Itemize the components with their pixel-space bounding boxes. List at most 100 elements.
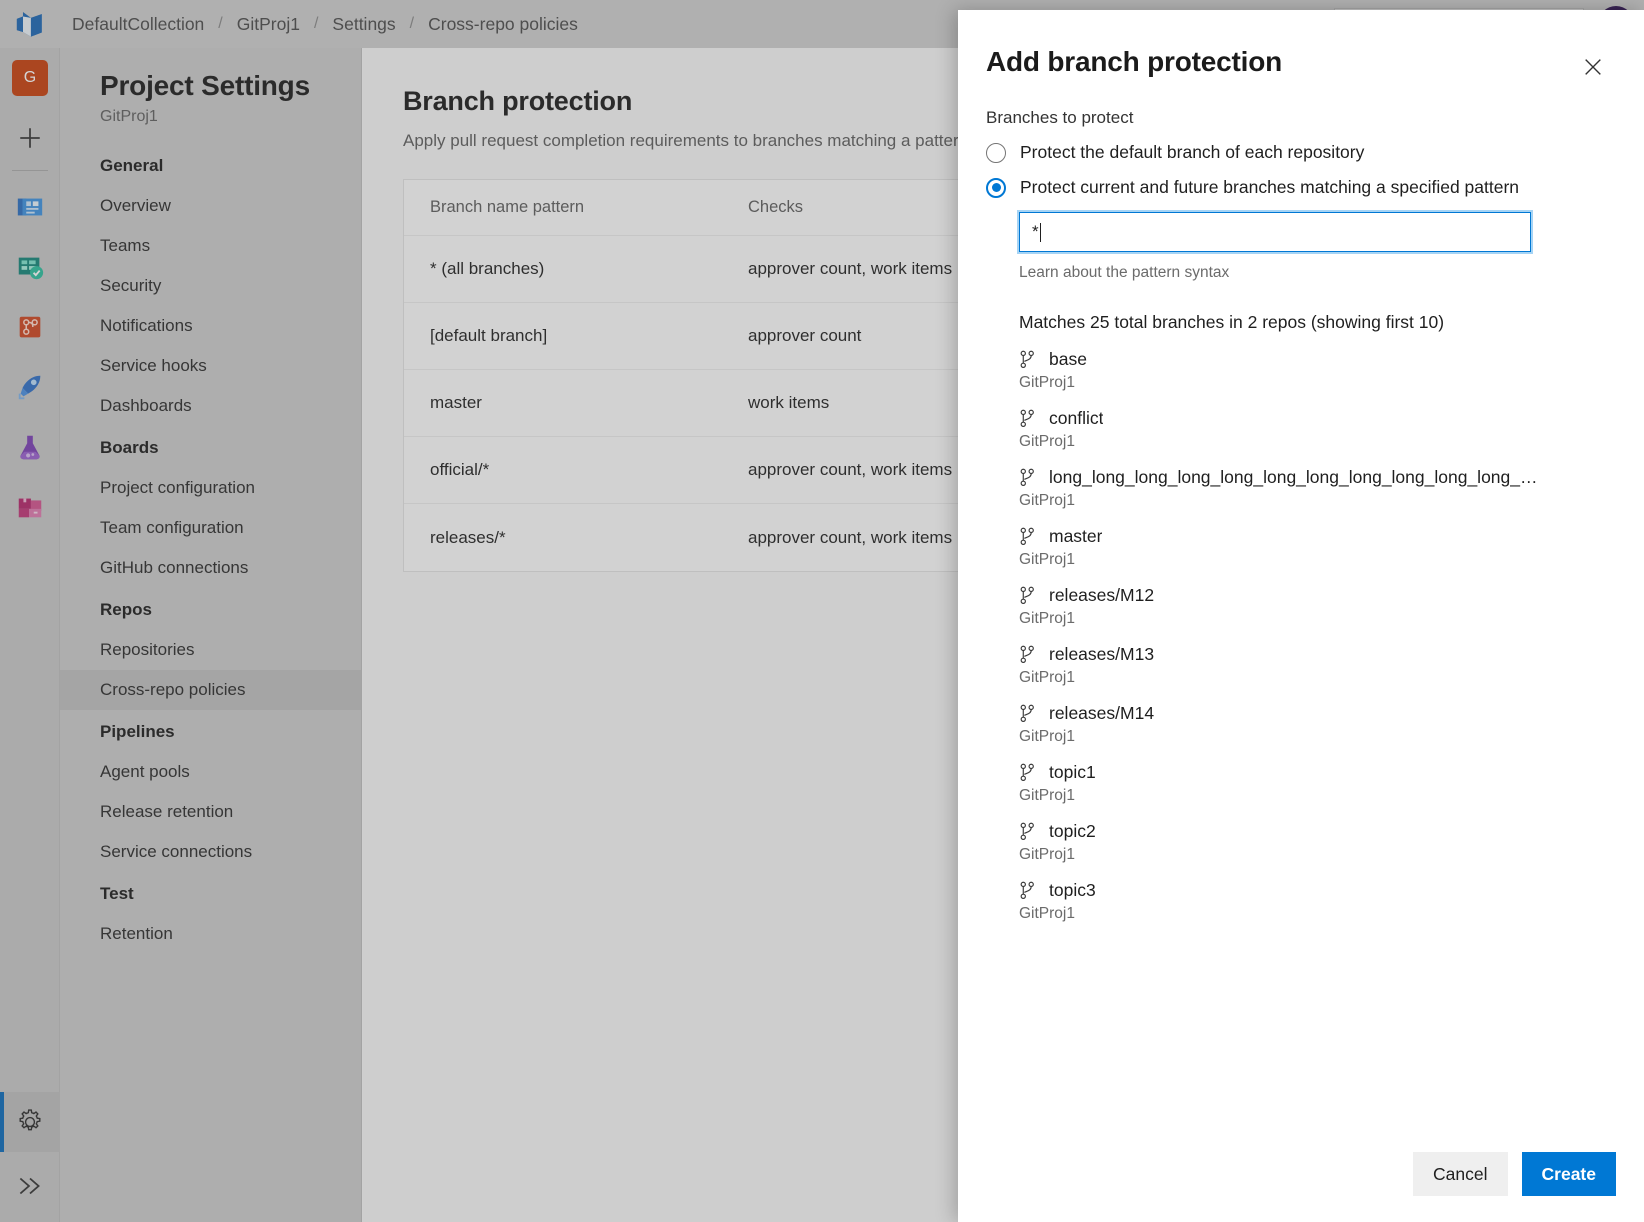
nav-group-repos: Repos [60, 588, 361, 630]
matching-branch-list: base GitProj1 [1019, 349, 1616, 923]
git-branch-icon [1019, 881, 1037, 901]
sidebar-item-cross-repo-policies[interactable]: Cross-repo policies [60, 670, 361, 710]
sidebar-item-team-configuration[interactable]: Team configuration [60, 508, 361, 548]
breadcrumb-item-project[interactable]: GitProj1 [235, 14, 302, 35]
branch-name: topic2 [1049, 821, 1096, 842]
branch-repo: GitProj1 [1019, 905, 1616, 923]
rail-item-project-avatar[interactable]: G [0, 48, 60, 108]
pattern-syntax-link[interactable]: Learn about the pattern syntax [1019, 264, 1616, 282]
project-name: GitProj1 [60, 108, 361, 144]
branch-repo: GitProj1 [1019, 669, 1616, 687]
git-branch-icon [1019, 645, 1037, 665]
list-item: base GitProj1 [1019, 349, 1616, 392]
rail-item-pipelines[interactable] [0, 357, 60, 417]
page-title: Project Settings [60, 70, 361, 108]
branch-name: base [1049, 349, 1087, 370]
repos-icon [15, 312, 45, 342]
breadcrumb-item-cross-repo-policies[interactable]: Cross-repo policies [426, 14, 580, 35]
project-avatar-icon: G [12, 60, 48, 96]
cancel-button[interactable]: Cancel [1413, 1152, 1507, 1196]
sidebar-item-service-connections[interactable]: Service connections [60, 832, 361, 872]
project-initial: G [24, 69, 36, 87]
sidebar-item-service-hooks[interactable]: Service hooks [60, 346, 361, 386]
breadcrumb: DefaultCollection / GitProj1 / Settings … [60, 14, 580, 35]
breadcrumb-item-collection[interactable]: DefaultCollection [70, 14, 206, 35]
git-branch-icon [1019, 350, 1037, 370]
artifacts-icon [15, 492, 45, 522]
list-item: topic2 GitProj1 [1019, 821, 1616, 864]
branch-repo: GitProj1 [1019, 551, 1616, 569]
cell-pattern: * (all branches) [430, 259, 748, 279]
branch-repo: GitProj1 [1019, 846, 1616, 864]
git-branch-icon [1019, 409, 1037, 429]
create-button[interactable]: Create [1522, 1152, 1616, 1196]
radio-label-default-branch: Protect the default branch of each repos… [1020, 142, 1364, 163]
sidebar-item-project-configuration[interactable]: Project configuration [60, 468, 361, 508]
branch-repo: GitProj1 [1019, 787, 1616, 805]
git-branch-icon [1019, 822, 1037, 842]
branch-name: master [1049, 526, 1102, 547]
sidebar-item-overview[interactable]: Overview [60, 186, 361, 226]
sidebar-item-agent-pools[interactable]: Agent pools [60, 752, 361, 792]
branch-name: topic1 [1049, 762, 1096, 783]
radio-option-pattern[interactable]: Protect current and future branches matc… [986, 177, 1616, 198]
breadcrumb-separator: / [398, 15, 426, 33]
plus-icon [17, 125, 43, 151]
sidebar-item-github-connections[interactable]: GitHub connections [60, 548, 361, 588]
pattern-input[interactable]: * [1019, 212, 1531, 252]
breadcrumb-item-settings[interactable]: Settings [330, 14, 397, 35]
rail-item-artifacts[interactable] [0, 477, 60, 537]
rail-item-test-plans[interactable] [0, 417, 60, 477]
branch-name: topic3 [1049, 880, 1096, 901]
rail-item-boards[interactable] [0, 237, 60, 297]
git-branch-icon [1019, 704, 1037, 724]
cell-pattern: releases/* [430, 528, 748, 548]
sidebar-item-dashboards[interactable]: Dashboards [60, 386, 361, 426]
sidebar-item-notifications[interactable]: Notifications [60, 306, 361, 346]
close-icon[interactable] [1576, 50, 1610, 84]
project-settings-nav: Project Settings GitProj1 General Overvi… [60, 48, 362, 1222]
radio-label-pattern: Protect current and future branches matc… [1020, 177, 1519, 198]
list-item: topic1 GitProj1 [1019, 762, 1616, 805]
rail-item-create-new[interactable] [0, 108, 60, 168]
branch-repo: GitProj1 [1019, 433, 1616, 451]
rail-divider [12, 170, 48, 171]
overview-icon [15, 192, 45, 222]
git-branch-icon [1019, 527, 1037, 547]
rail-item-repos[interactable] [0, 297, 60, 357]
list-item: topic3 GitProj1 [1019, 880, 1616, 923]
nav-group-pipelines: Pipelines [60, 710, 361, 752]
cell-pattern: [default branch] [430, 326, 748, 346]
list-item: releases/M13 GitProj1 [1019, 644, 1616, 687]
branch-name: releases/M12 [1049, 585, 1154, 606]
rail-expand-button[interactable] [0, 1160, 60, 1212]
breadcrumb-separator: / [302, 15, 330, 33]
panel-footer: Cancel Create [958, 1126, 1644, 1222]
branch-name: conflict [1049, 408, 1103, 429]
list-item: releases/M12 GitProj1 [1019, 585, 1616, 628]
radio-icon-unselected [986, 143, 1006, 163]
branch-repo: GitProj1 [1019, 492, 1616, 510]
nav-group-general: General [60, 144, 361, 186]
sidebar-item-teams[interactable]: Teams [60, 226, 361, 266]
sidebar-item-retention[interactable]: Retention [60, 914, 361, 954]
column-header-branch-name-pattern: Branch name pattern [430, 198, 748, 217]
left-icon-rail: G [0, 48, 60, 1222]
sidebar-item-security[interactable]: Security [60, 266, 361, 306]
git-branch-icon [1019, 586, 1037, 606]
gear-icon [16, 1108, 44, 1136]
matches-summary: Matches 25 total branches in 2 repos (sh… [1019, 312, 1616, 333]
panel-title: Add branch protection [958, 10, 1644, 78]
branch-name: long_long_long_long_long_long_long_long_… [1049, 467, 1544, 488]
rail-item-settings[interactable] [0, 1092, 60, 1152]
sidebar-item-release-retention[interactable]: Release retention [60, 792, 361, 832]
radio-option-default-branch[interactable]: Protect the default branch of each repos… [986, 142, 1616, 163]
sidebar-item-repositories[interactable]: Repositories [60, 630, 361, 670]
list-item: long_long_long_long_long_long_long_long_… [1019, 467, 1616, 510]
text-cursor [1040, 223, 1041, 242]
list-item: conflict GitProj1 [1019, 408, 1616, 451]
rail-item-overview[interactable] [0, 177, 60, 237]
branches-to-protect-label: Branches to protect [986, 108, 1616, 128]
branch-repo: GitProj1 [1019, 610, 1616, 628]
azure-devops-logo-icon[interactable] [0, 0, 60, 48]
